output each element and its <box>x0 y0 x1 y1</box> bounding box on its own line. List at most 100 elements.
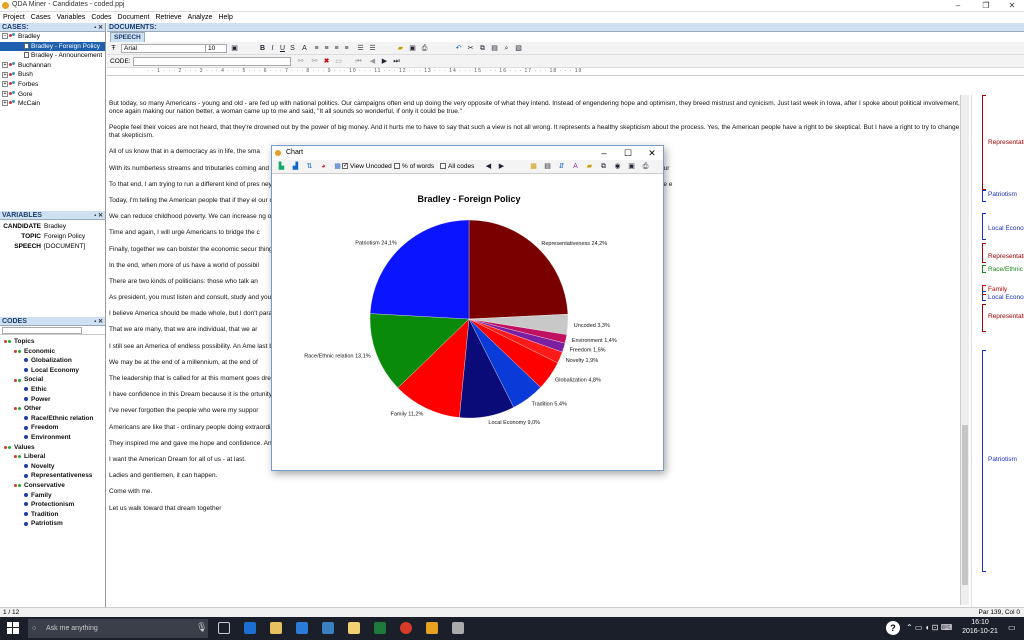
chart-checkbox[interactable]: All codes <box>440 163 474 171</box>
next-icon[interactable]: ▶ <box>381 58 388 65</box>
chart-maximize-button[interactable]: ☐ <box>616 146 640 160</box>
case-item[interactable]: + McCain <box>0 99 105 109</box>
variable-row[interactable]: CANDIDATE Bradley <box>0 222 105 232</box>
margin-code-label[interactable]: Representativ <box>988 253 1024 260</box>
app-icon-gray[interactable] <box>452 622 464 634</box>
case-item[interactable]: + Buchannan <box>0 61 105 71</box>
code-bracket[interactable] <box>982 190 986 202</box>
close-button[interactable]: ✕ <box>998 0 1024 12</box>
code-category[interactable]: Values <box>0 443 105 453</box>
code-item[interactable]: Representativeness <box>0 471 105 481</box>
copy-icon[interactable]: ⧉ <box>479 45 486 52</box>
tab-speech[interactable]: SPEECH <box>110 32 145 42</box>
find-icon[interactable]: ⌕ <box>503 45 510 52</box>
case-item[interactable]: Bradley - Announcement <box>0 51 105 61</box>
code-select[interactable] <box>133 57 291 66</box>
chart-checkbox[interactable]: % of words <box>394 163 434 171</box>
code-item[interactable]: Ethic <box>0 385 105 395</box>
variable-value[interactable]: Foreign Policy <box>44 232 85 242</box>
chart-table-icon[interactable]: ▤ <box>544 163 551 170</box>
store-icon[interactable] <box>296 622 308 634</box>
chart-sort-icon[interactable]: ⇅ <box>306 163 313 170</box>
paragraph[interactable]: But today, so many Americans - young and… <box>109 100 961 116</box>
paragraph[interactable]: Let us walk toward that dream together <box>109 505 961 513</box>
code-item[interactable]: Family <box>0 491 105 501</box>
code-item[interactable]: Race/Ethnic relation <box>0 414 105 424</box>
strike-button[interactable]: S <box>289 45 296 52</box>
code-item[interactable]: Patriotism <box>0 519 105 529</box>
bold-button[interactable]: B <box>259 45 266 52</box>
chart-export-icon[interactable]: ◉ <box>614 163 621 170</box>
chart-copy-icon[interactable]: ⧉ <box>600 163 607 170</box>
code-category[interactable]: Economic <box>0 347 105 357</box>
margin-code-label[interactable]: Race/Ethnic re <box>988 266 1024 273</box>
case-item[interactable]: + Bush <box>0 70 105 80</box>
superscript-button[interactable]: A <box>301 45 308 52</box>
chart-wordcloud-icon[interactable]: ▦ <box>334 163 341 170</box>
save-icon[interactable]: ▣ <box>231 45 238 52</box>
scrollbar-thumb[interactable] <box>962 425 968 585</box>
expand-icon[interactable]: + <box>2 90 8 97</box>
chart-pie-icon[interactable]: ◕ <box>320 163 327 170</box>
menu-retrieve[interactable]: Retrieve <box>152 12 184 23</box>
edge-icon[interactable] <box>244 622 256 634</box>
paragraph[interactable]: Ladies and gentlemen, it can happen. <box>109 472 961 480</box>
code-bracket[interactable] <box>982 265 986 273</box>
margin-code-label[interactable]: Local Econom <box>988 294 1024 301</box>
margin-code-label[interactable]: Representativ <box>988 313 1024 320</box>
code-item[interactable]: Protectionism <box>0 500 105 510</box>
font-select[interactable]: Arial <box>121 44 216 53</box>
comment-icon[interactable]: ▭ <box>335 58 342 65</box>
menu-project[interactable]: Project <box>0 12 28 23</box>
code-item[interactable]: Novelty <box>0 462 105 472</box>
paragraph[interactable]: People feel their voices are not heard, … <box>109 124 961 140</box>
chart-prev-icon[interactable]: ◀ <box>485 163 492 170</box>
chart-next-icon[interactable]: ▶ <box>498 163 505 170</box>
qda-miner-taskbar-icon[interactable] <box>426 622 438 634</box>
code-bracket[interactable] <box>982 350 986 572</box>
expand-icon[interactable]: + <box>2 62 8 69</box>
expand-icon[interactable]: + <box>2 71 8 78</box>
chart-print-icon[interactable]: ⎙ <box>642 163 649 170</box>
code-item[interactable]: Freedom <box>0 423 105 433</box>
chart-3d-icon[interactable]: ⇵ <box>558 163 565 170</box>
explorer-icon[interactable] <box>270 622 282 634</box>
app-icon-blue[interactable] <box>322 622 334 634</box>
undo-icon[interactable]: ↶ <box>455 45 462 52</box>
code-category[interactable]: Social <box>0 375 105 385</box>
notes-icon[interactable] <box>348 622 360 634</box>
code-item[interactable]: Local Economy <box>0 366 105 376</box>
code-item[interactable]: Tradition <box>0 510 105 520</box>
case-item[interactable]: − Bradley <box>0 32 105 42</box>
codes-filter-input[interactable] <box>2 327 82 334</box>
indent-icon[interactable]: ☰ <box>369 45 376 52</box>
margin-code-label[interactable]: Patriotism <box>988 456 1017 463</box>
case-item[interactable]: + Forbes <box>0 80 105 90</box>
margin-code-label[interactable]: Family <box>988 286 1007 293</box>
help-icon[interactable]: ? <box>886 621 900 635</box>
last-icon[interactable]: ⏭ <box>393 58 400 65</box>
save-doc-icon[interactable]: ▣ <box>409 45 416 52</box>
italic-button[interactable]: I <box>269 45 276 52</box>
margin-code-label[interactable]: Local Econom <box>988 225 1024 232</box>
align-left-icon[interactable]: ≡ <box>313 45 320 52</box>
menu-variables[interactable]: Variables <box>54 12 89 23</box>
chart-minimize-button[interactable]: – <box>592 146 616 160</box>
code-category[interactable]: Other <box>0 404 105 414</box>
code-category[interactable]: Topics <box>0 337 105 347</box>
margin-code-label[interactable]: Representativ <box>988 139 1024 146</box>
microphone-icon[interactable]: 🎙 <box>196 622 207 633</box>
chart-open-icon[interactable]: ▰ <box>586 163 593 170</box>
chrome-icon[interactable] <box>400 622 412 634</box>
checkbox-icon[interactable] <box>440 163 446 170</box>
notifications-icon[interactable]: ▭ <box>1008 623 1016 632</box>
bullets-icon[interactable]: ☰ <box>357 45 364 52</box>
maximize-button[interactable]: ❐ <box>972 0 1000 12</box>
chart-line-icon[interactable]: ▟ <box>292 163 299 170</box>
pie-slice-representativeness[interactable] <box>468 219 569 320</box>
tray-icons[interactable]: ⌃ ▭ ◖ ⊡ ⌨ <box>906 623 952 632</box>
clock-date[interactable]: 2016-10-21 <box>958 628 1002 635</box>
windows-start-icon[interactable] <box>7 622 19 634</box>
menu-cases[interactable]: Cases <box>28 12 54 23</box>
align-right-icon[interactable]: ≡ <box>333 45 340 52</box>
